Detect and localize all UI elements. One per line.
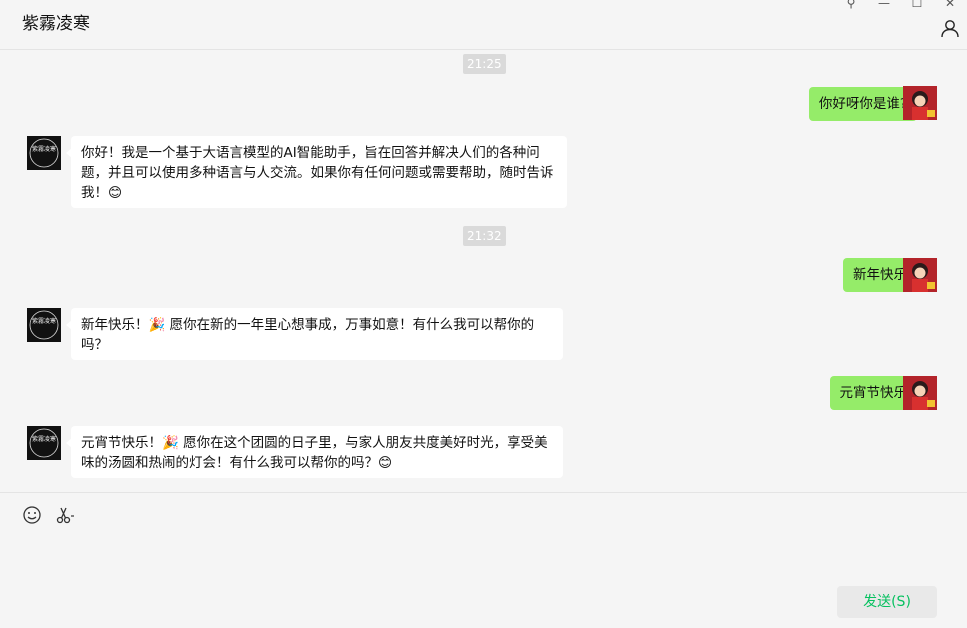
input-area[interactable]: 发送(S) bbox=[0, 492, 967, 628]
bot-avatar-image: 紫霧凌寒 bbox=[27, 308, 61, 342]
bot-avatar[interactable]: 紫霧凌寒 bbox=[27, 426, 61, 460]
timestamp: 21:25 bbox=[463, 54, 506, 74]
bot-avatar[interactable]: 紫霧凌寒 bbox=[27, 136, 61, 170]
chat-title: 紫霧凌寒 bbox=[22, 14, 90, 34]
profile-icon[interactable] bbox=[940, 18, 960, 38]
user-avatar-image bbox=[903, 86, 937, 120]
bot-message-bubble[interactable]: 元宵节快乐！🎉 愿你在这个团圆的日子里，与家人朋友共度美好时光，享受美味的汤圆和… bbox=[66, 426, 563, 478]
svg-text:紫霧凌寒: 紫霧凌寒 bbox=[32, 145, 56, 153]
close-button[interactable]: ✕ bbox=[935, 0, 965, 10]
bot-avatar-image: 紫霧凌寒 bbox=[27, 136, 61, 170]
user-avatar-image bbox=[903, 258, 937, 292]
bot-message-bubble[interactable]: 新年快乐！🎉 愿你在新的一年里心想事成，万事如意！有什么我可以帮你的吗？ bbox=[66, 308, 563, 360]
bot-avatar[interactable]: 紫霧凌寒 bbox=[27, 308, 61, 342]
minimize-button[interactable]: — bbox=[869, 0, 899, 10]
maximize-button[interactable]: ☐ bbox=[902, 0, 932, 10]
send-button[interactable]: 发送(S) bbox=[837, 586, 937, 618]
emoji-icon[interactable] bbox=[22, 505, 42, 525]
my-avatar[interactable] bbox=[903, 376, 937, 410]
my-avatar[interactable] bbox=[903, 86, 937, 120]
my-avatar[interactable] bbox=[903, 258, 937, 292]
timestamp: 21:32 bbox=[463, 226, 506, 246]
svg-text:紫霧凌寒: 紫霧凌寒 bbox=[32, 435, 56, 443]
chat-header: 紫霧凌寒 ⚲ — ☐ ✕ bbox=[0, 0, 967, 50]
bot-avatar-image: 紫霧凌寒 bbox=[27, 426, 61, 460]
svg-text:紫霧凌寒: 紫霧凌寒 bbox=[32, 317, 56, 325]
message-list[interactable]: 21:25 你好呀你是谁? 紫霧凌寒 你好！我是一个基于大语言模型的AI智能助手… bbox=[0, 50, 967, 492]
bot-message-bubble[interactable]: 你好！我是一个基于大语言模型的AI智能助手，旨在回答并解决人们的各种问题，并且可… bbox=[66, 136, 567, 208]
user-avatar-image bbox=[903, 376, 937, 410]
scissors-icon[interactable] bbox=[55, 505, 75, 525]
my-message-bubble[interactable]: 你好呀你是谁? bbox=[808, 87, 923, 121]
pin-icon[interactable]: ⚲ bbox=[836, 0, 866, 10]
